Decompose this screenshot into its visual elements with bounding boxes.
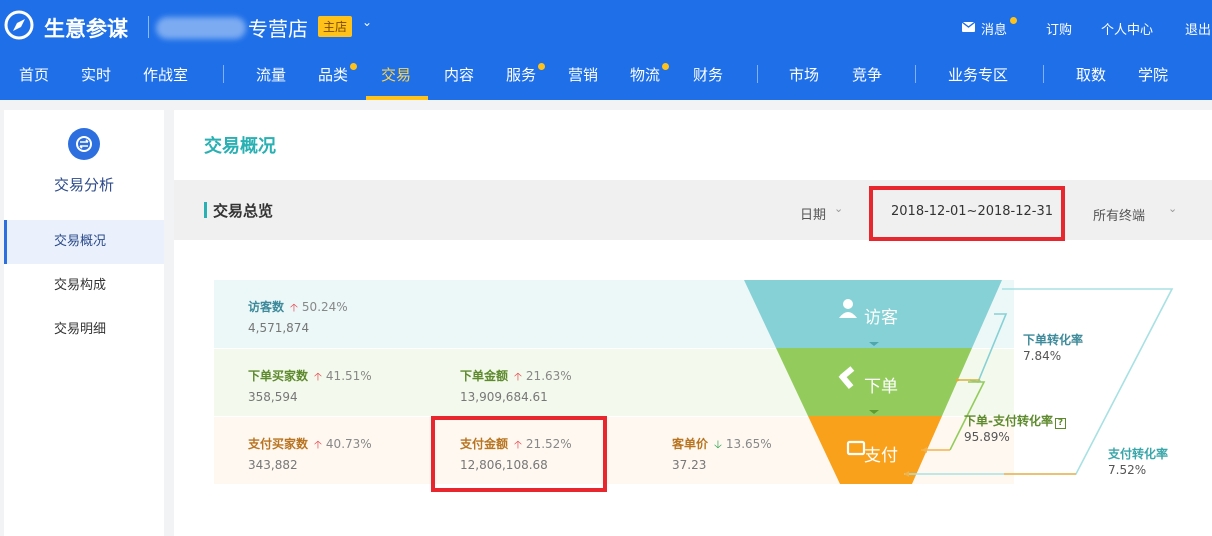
pay-conversion-rate-label: 支付转化率 bbox=[1108, 447, 1169, 461]
pay-buyers-change: 40.73% bbox=[325, 437, 372, 451]
compass-logo-icon[interactable] bbox=[4, 10, 34, 40]
order-amount-metric: 下单金额 🡡 21.63% 13,909,684.61 bbox=[460, 367, 572, 404]
nav-item-market[interactable]: 市场 bbox=[789, 64, 819, 85]
nav-item-home[interactable]: 首页 bbox=[19, 64, 49, 85]
main-store-badge: 主店 bbox=[318, 16, 353, 37]
chevron-down-icon[interactable]: ⌄ bbox=[362, 15, 372, 29]
order-pay-conversion-rate-value: 95.89% bbox=[964, 430, 1010, 444]
visitors-value: 4,571,874 bbox=[248, 321, 310, 335]
terminal-select[interactable]: 所有终端 bbox=[1093, 205, 1145, 224]
arrow-up-icon: 🡡 bbox=[314, 438, 322, 451]
nav-item-finance[interactable]: 财务 bbox=[693, 64, 723, 85]
store-name-suffix[interactable]: 专营店 bbox=[248, 13, 308, 42]
nav-divider bbox=[1043, 65, 1044, 83]
unit-price-label: 客单价 bbox=[672, 437, 709, 451]
order-amount-change: 21.63% bbox=[525, 369, 572, 383]
nav-item-traffic[interactable]: 流量 bbox=[256, 64, 286, 85]
nav-item-business-zone[interactable]: 业务专区 bbox=[948, 64, 1008, 85]
funnel-label-pay: 支付 bbox=[864, 446, 898, 466]
main-content: 交易概况 交易总览 日期 ⌄ 2018-12-01~2018-12-31 所有终… bbox=[174, 110, 1212, 536]
chevron-down-icon[interactable]: ⌄ bbox=[1168, 202, 1177, 215]
arrow-up-icon: 🡡 bbox=[514, 370, 522, 383]
sidebar-item-trade-overview[interactable]: 交易概况 bbox=[4, 220, 164, 264]
date-highlight-box bbox=[869, 186, 1065, 241]
pay-buyers-label: 支付买家数 bbox=[248, 437, 309, 451]
date-type-select[interactable]: 日期 bbox=[800, 204, 826, 223]
nav-divider bbox=[757, 65, 758, 83]
order-pay-conversion-rate-label: 下单-支付转化率? bbox=[964, 412, 1066, 429]
brand-divider bbox=[148, 16, 149, 38]
order-conversion-rate-value: 7.84% bbox=[1023, 349, 1062, 363]
top-header: 生意参谋 专营店 主店 ⌄ 消息 订购 个人中心 退出 首页 实时 作战室 流量… bbox=[0, 0, 1212, 100]
personal-center-link[interactable]: 个人中心 bbox=[1101, 19, 1153, 38]
funnel-label-visit: 访客 bbox=[864, 308, 898, 328]
order-conversion-rate-label: 下单转化率 bbox=[1023, 333, 1084, 347]
trade-analysis-icon bbox=[68, 128, 100, 160]
visitors-label: 访客数 bbox=[248, 300, 285, 314]
store-name-blurred bbox=[156, 17, 246, 39]
sidebar-item-trade-detail[interactable]: 交易明细 bbox=[4, 308, 164, 352]
brand-name[interactable]: 生意参谋 bbox=[44, 13, 128, 43]
pay-conversion-rate-value: 7.52% bbox=[1108, 463, 1147, 477]
pay-buyers-metric: 支付买家数 🡡 40.73% 343,882 bbox=[248, 435, 372, 472]
page-title: 交易概况 bbox=[204, 136, 276, 157]
logistics-dot bbox=[662, 63, 669, 70]
order-amount-label: 下单金额 bbox=[460, 369, 509, 383]
help-icon[interactable]: ? bbox=[1054, 418, 1066, 429]
arrow-down-icon: 🡣 bbox=[714, 438, 722, 451]
nav-divider bbox=[223, 65, 224, 83]
funnel-label-order: 下单 bbox=[864, 377, 898, 397]
chevron-down-icon[interactable]: ⌄ bbox=[834, 202, 843, 215]
nav-item-war-room[interactable]: 作战室 bbox=[143, 64, 188, 85]
nav-item-trade[interactable]: 交易 bbox=[381, 64, 411, 85]
logout-link[interactable]: 退出 bbox=[1185, 19, 1211, 38]
nav-item-marketing[interactable]: 营销 bbox=[568, 64, 598, 85]
nav-item-competition[interactable]: 竞争 bbox=[852, 64, 882, 85]
nav-item-category[interactable]: 品类 bbox=[318, 64, 348, 85]
nav-item-realtime[interactable]: 实时 bbox=[81, 64, 111, 85]
service-dot bbox=[538, 63, 545, 70]
sidebar-title: 交易分析 bbox=[53, 176, 114, 194]
pay-buyers-value: 343,882 bbox=[248, 458, 298, 472]
category-dot bbox=[350, 63, 357, 70]
arrow-up-icon: 🡡 bbox=[290, 301, 298, 314]
user-icon bbox=[843, 299, 853, 309]
order-buyers-label: 下单买家数 bbox=[248, 369, 309, 383]
subscribe-link[interactable]: 订购 bbox=[1046, 19, 1072, 38]
nav-item-content[interactable]: 内容 bbox=[444, 64, 474, 85]
nav-divider bbox=[915, 65, 916, 83]
nav-active-indicator bbox=[366, 96, 428, 100]
sidebar-item-trade-composition[interactable]: 交易构成 bbox=[4, 264, 164, 308]
section-title: 交易总览 bbox=[213, 202, 274, 220]
sidebar: 交易分析 交易概况 交易构成 交易明细 bbox=[4, 110, 164, 536]
order-buyers-metric: 下单买家数 🡡 41.51% 358,594 bbox=[248, 367, 372, 404]
nav-item-service[interactable]: 服务 bbox=[506, 64, 536, 85]
mail-icon[interactable] bbox=[962, 22, 975, 32]
nav-item-logistics[interactable]: 物流 bbox=[630, 64, 660, 85]
section-accent-bar bbox=[204, 202, 207, 218]
arrow-up-icon: 🡡 bbox=[314, 370, 322, 383]
visitors-metric: 访客数 🡡 50.24% 4,571,874 bbox=[248, 298, 348, 335]
nav-item-academy[interactable]: 学院 bbox=[1138, 64, 1168, 85]
order-buyers-value: 358,594 bbox=[248, 390, 298, 404]
pay-amount-highlight-box bbox=[431, 416, 607, 492]
notification-dot bbox=[1010, 17, 1017, 24]
nav-item-data-fetch[interactable]: 取数 bbox=[1076, 64, 1106, 85]
main-nav: 首页 实时 作战室 流量 品类 交易 内容 服务 营销 物流 财务 市场 竞争 … bbox=[0, 56, 1212, 100]
order-buyers-change: 41.51% bbox=[325, 369, 372, 383]
messages-link[interactable]: 消息 bbox=[981, 19, 1007, 38]
order-amount-value: 13,909,684.61 bbox=[460, 390, 548, 404]
visitors-change: 50.24% bbox=[301, 300, 348, 314]
